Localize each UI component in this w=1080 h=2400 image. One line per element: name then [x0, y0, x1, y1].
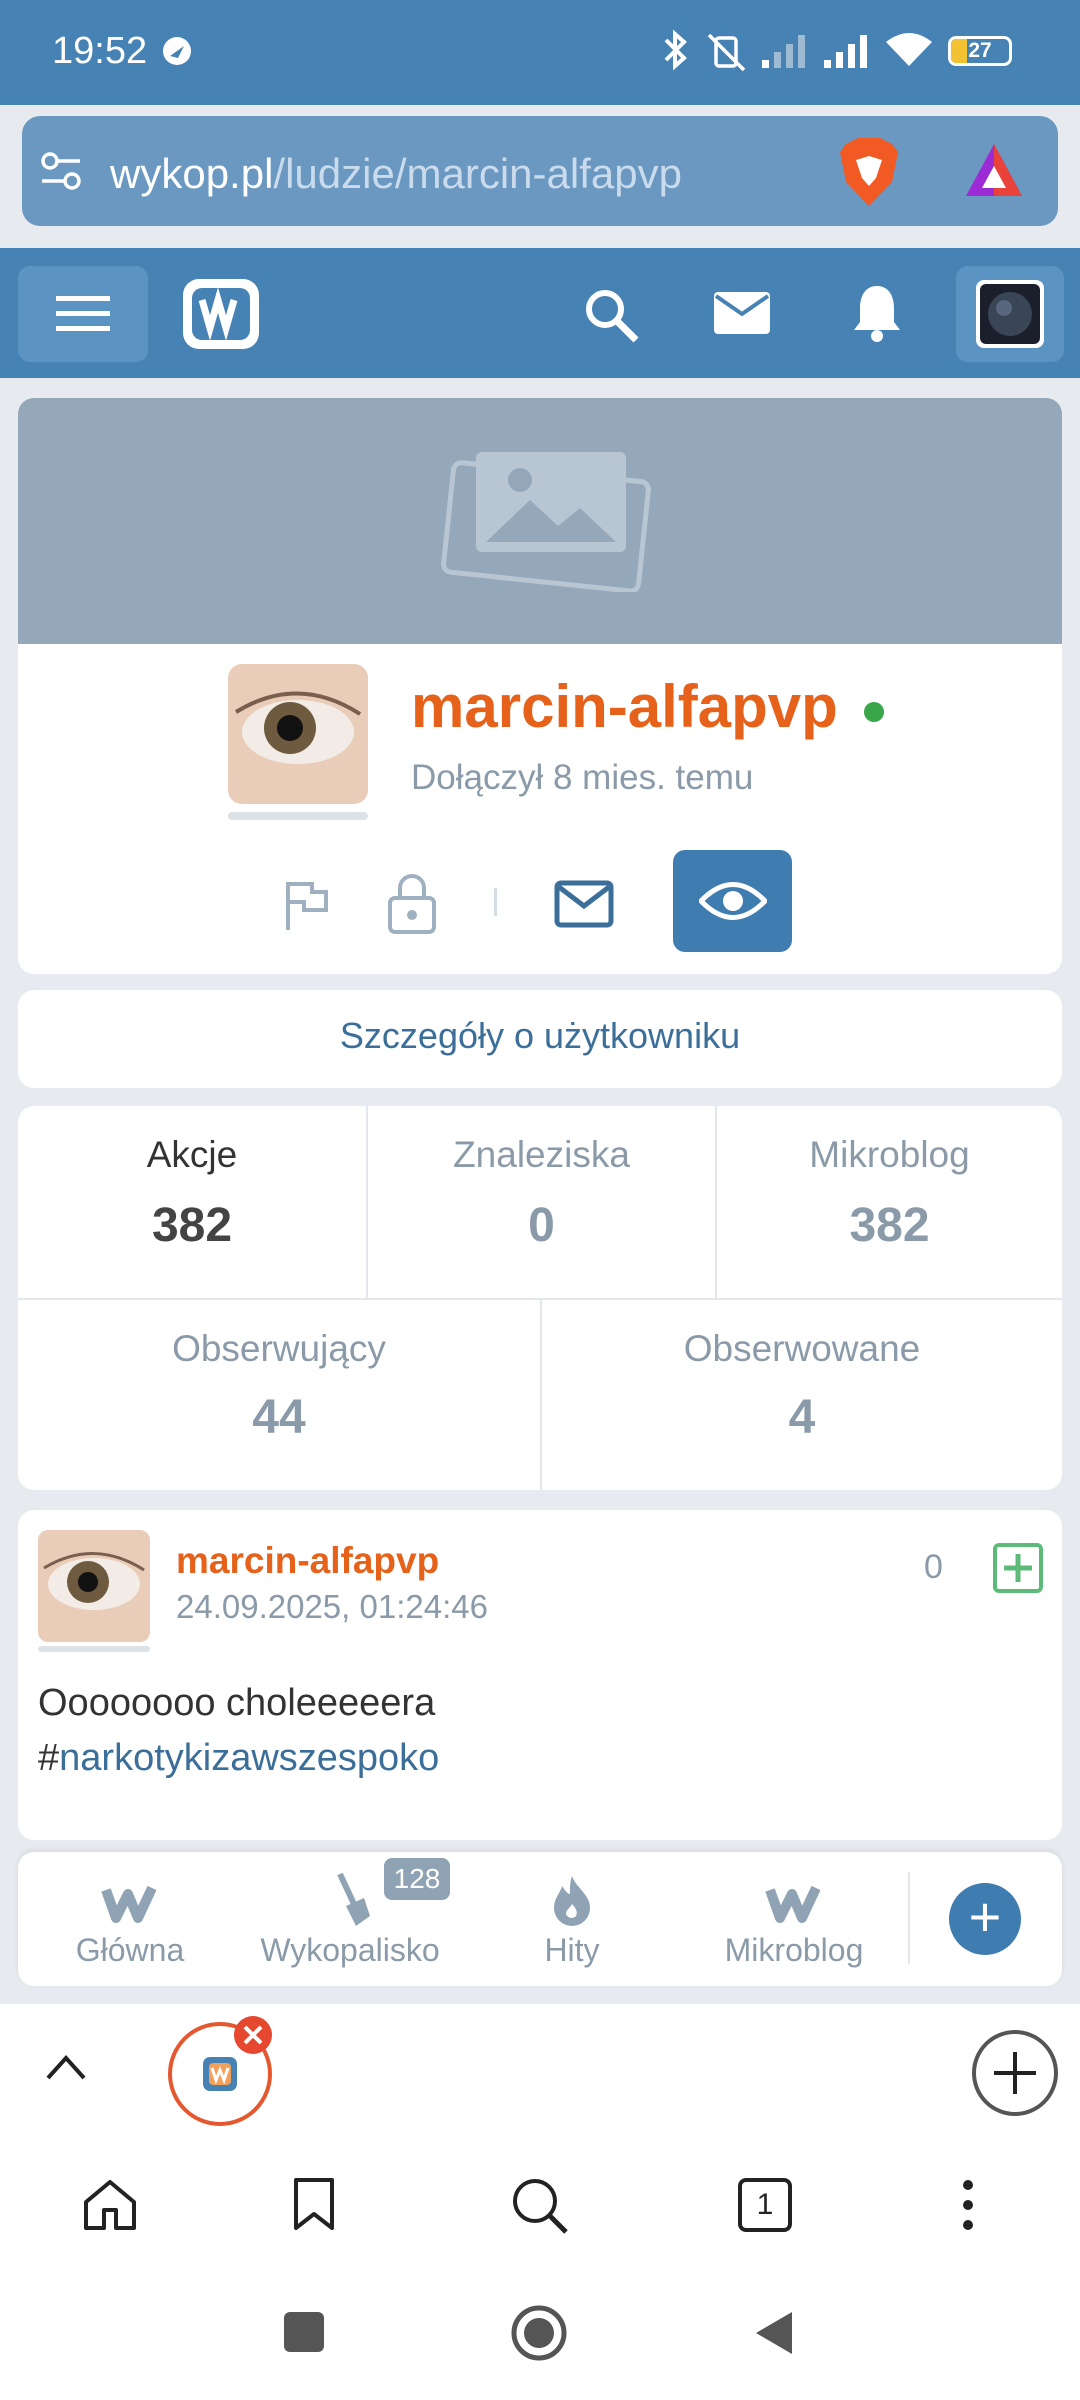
home-button[interactable]: [510, 2304, 568, 2362]
tab-label: Hity: [544, 1932, 600, 1968]
battery-indicator: 27: [948, 36, 1012, 66]
tab-label: Wykopalisko: [260, 1932, 440, 1968]
menu-button[interactable]: [18, 266, 148, 362]
stat-label: Obserwujący: [172, 1328, 386, 1369]
stat-label: Znaleziska: [453, 1134, 630, 1175]
online-indicator: [864, 702, 884, 722]
stat-label: Obserwowane: [683, 1328, 921, 1369]
rank-bar: [228, 812, 368, 820]
post-text: Oooooooo choleeeeera: [38, 1682, 436, 1724]
report-flag-icon[interactable]: [282, 878, 332, 932]
site-settings-icon[interactable]: [38, 148, 84, 194]
chevron-up-icon[interactable]: [44, 2052, 88, 2082]
shovel-icon: [337, 1872, 370, 1926]
rank-bar: [38, 1646, 150, 1652]
stat-value: 0: [528, 1199, 555, 1252]
hash-symbol: #: [38, 1737, 60, 1779]
user-details-label: Szczegóły o użytkowniku: [339, 1015, 741, 1056]
avatar: [976, 280, 1044, 348]
signal-2-icon: [824, 35, 867, 68]
bookmark-icon[interactable]: [292, 2176, 336, 2232]
divider: [494, 888, 497, 916]
bluetooth-icon: [664, 29, 687, 71]
tab-glowna[interactable]: Główna: [30, 1870, 230, 1980]
microblog-logo-icon: [765, 1885, 821, 1923]
pending-count-badge: 128: [384, 1858, 450, 1900]
profile-username: marcin-alfapvp: [411, 673, 838, 740]
more-menu-icon[interactable]: [956, 2178, 980, 2232]
stat-value: 44: [252, 1391, 306, 1444]
mail-icon[interactable]: [712, 290, 772, 336]
tab-switcher-button[interactable]: 1: [738, 2178, 792, 2232]
url-text[interactable]: wykop.pl/ludzie/marcin-alfapvp: [110, 150, 682, 198]
home-icon[interactable]: [82, 2178, 138, 2232]
post-author[interactable]: marcin-alfapvp: [176, 1540, 439, 1582]
brave-shields-icon[interactable]: [836, 136, 902, 210]
image-placeholder-icon: [441, 452, 651, 592]
vibrate-off-icon: [707, 33, 746, 72]
flame-icon: [554, 1876, 590, 1926]
site-header: [0, 248, 1080, 378]
add-button[interactable]: +: [949, 1883, 1021, 1955]
tab-label: Mikroblog: [724, 1932, 864, 1968]
notifications-bell-icon[interactable]: [852, 282, 902, 342]
stat-following[interactable]: Obserwowane 4: [542, 1300, 1062, 1490]
stat-links[interactable]: Znaleziska 0: [368, 1106, 715, 1298]
url-host: wykop.pl: [110, 150, 274, 197]
vote-count: 0: [924, 1548, 943, 1586]
send-message-icon[interactable]: [554, 880, 614, 928]
observe-button[interactable]: [673, 850, 792, 952]
tab-label: Główna: [75, 1932, 185, 1968]
stat-label: Akcje: [146, 1134, 238, 1175]
back-button[interactable]: [752, 2308, 794, 2358]
search-icon[interactable]: [582, 286, 640, 344]
url-path: /ludzie/marcin-alfapvp: [273, 150, 682, 197]
divider: [908, 1872, 910, 1964]
joined-date: Dołączył 8 mies. temu: [411, 758, 754, 797]
tab-mikroblog[interactable]: Mikroblog: [694, 1870, 894, 1980]
stat-value: 382: [151, 1199, 233, 1252]
location-status-icon: [163, 37, 191, 65]
tab-hity[interactable]: Hity: [472, 1870, 672, 1980]
close-tab-icon[interactable]: [232, 2014, 274, 2056]
new-tab-icon[interactable]: [970, 2028, 1060, 2118]
post-author-avatar[interactable]: [38, 1530, 150, 1642]
profile-avatar[interactable]: [228, 664, 368, 804]
stat-actions[interactable]: Akcje 382: [18, 1106, 366, 1298]
search-icon[interactable]: [510, 2176, 570, 2236]
wykop-logo-icon: [101, 1885, 157, 1923]
post-date: 24.09.2025, 01:24:46: [176, 1588, 488, 1625]
stat-microblog[interactable]: Mikroblog 382: [717, 1106, 1062, 1298]
browser-tab-strip: [0, 2004, 1080, 2134]
post-tag-link[interactable]: narkotykizawszespoko: [59, 1737, 439, 1779]
post-body: Oooooooo choleeeeera #narkotykizawszespo…: [38, 1676, 1038, 1786]
microblog-entry: [18, 1510, 1062, 1840]
wykop-logo-icon[interactable]: [180, 276, 262, 352]
hamburger-icon: [56, 296, 110, 331]
stat-followers[interactable]: Obserwujący 44: [18, 1300, 540, 1490]
brave-rewards-icon[interactable]: [962, 140, 1026, 202]
eye-icon: [699, 882, 767, 920]
upvote-plus-icon[interactable]: [992, 1542, 1044, 1594]
recents-button[interactable]: [284, 2312, 324, 2352]
wykop-favicon-icon: [203, 2057, 237, 2091]
user-avatar-button[interactable]: [956, 266, 1064, 362]
stat-value: 382: [849, 1199, 930, 1252]
stat-value: 4: [788, 1391, 816, 1444]
signal-1-icon: [762, 35, 805, 68]
stat-label: Mikroblog: [809, 1134, 970, 1175]
wifi-icon: [886, 33, 932, 66]
block-lock-icon[interactable]: [386, 872, 438, 934]
status-time: 19:52: [52, 30, 148, 72]
